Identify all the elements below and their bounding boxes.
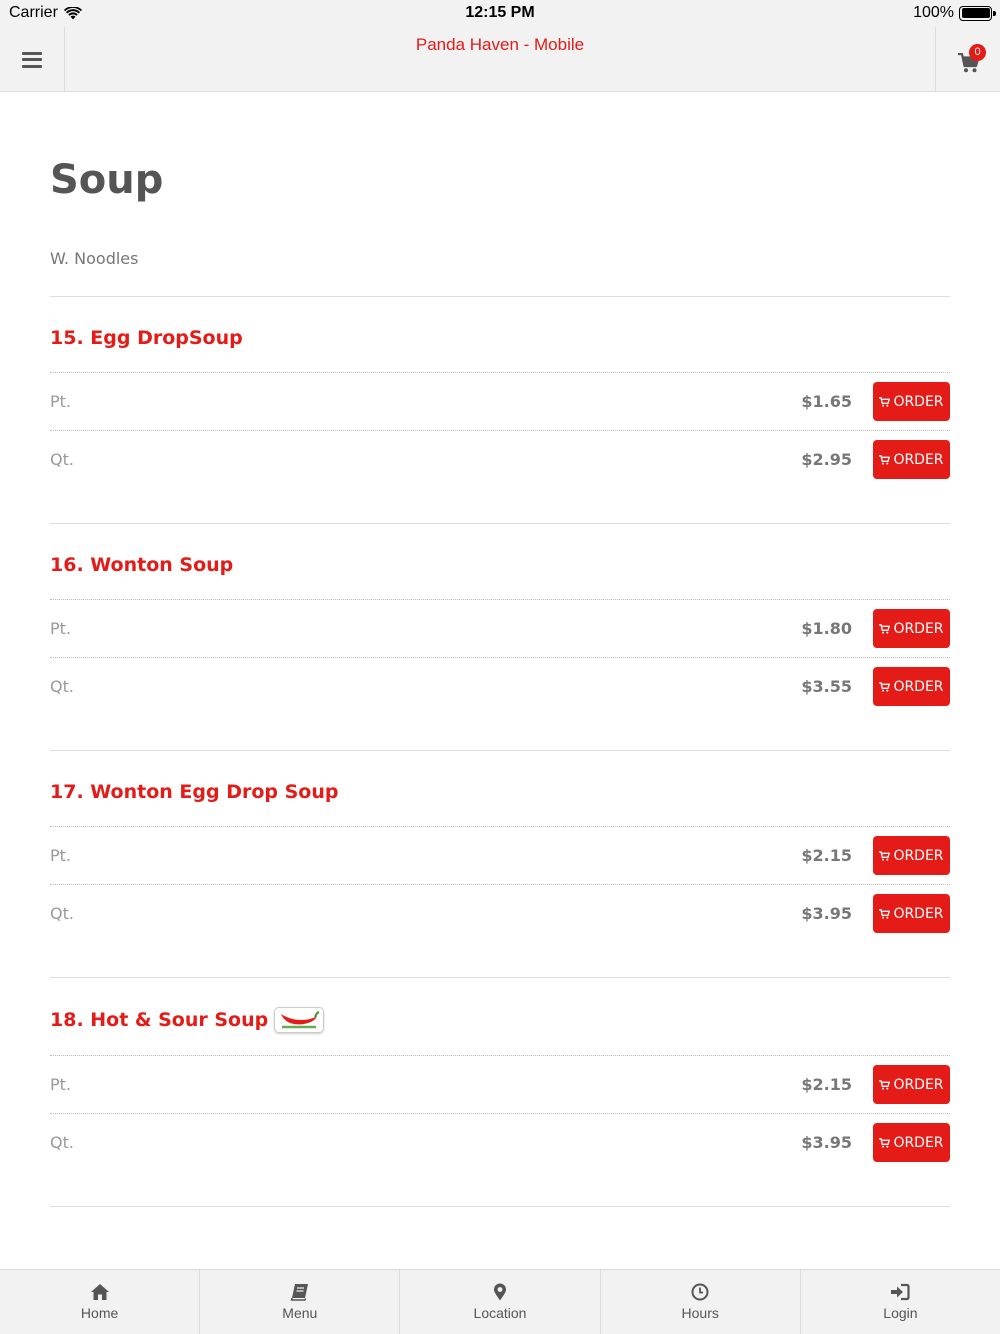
cart-icon <box>879 1137 891 1148</box>
price: $2.15 <box>801 846 852 865</box>
size-label: Pt. <box>50 846 72 865</box>
menu-content: Soup W. Noodles 15. Egg DropSoup Pt. $1.65… <box>50 92 950 1207</box>
order-button[interactable]: ORDER <box>873 894 950 933</box>
book-icon <box>290 1284 308 1301</box>
menu-item-name: 17. Wonton Egg Drop Soup <box>50 781 339 803</box>
price: $3.55 <box>801 677 852 696</box>
size-label: Qt. <box>50 904 74 923</box>
menu-item: 17. Wonton Egg Drop Soup Pt. $2.15 ORDER Qt.… <box>50 751 950 978</box>
tab-label-location: Location <box>473 1305 527 1321</box>
order-button[interactable]: ORDER <box>873 382 950 421</box>
tab-label-hours: Hours <box>681 1305 719 1321</box>
battery-icon <box>959 5 996 21</box>
price: $2.15 <box>801 1075 852 1094</box>
size-label: Qt. <box>50 677 74 696</box>
size-label: Pt. <box>50 1075 72 1094</box>
app-title: Panda Haven - Mobile <box>415 35 585 54</box>
cart-icon <box>879 454 891 465</box>
menu-item-title-row: 16. Wonton Soup <box>50 524 950 599</box>
app-header: Panda Haven - Mobile 0 <box>0 27 1000 92</box>
menu-item-name: 18. Hot & Sour Soup <box>50 1009 269 1031</box>
size-option-row: Qt. $3.55 ORDER <box>50 657 950 715</box>
menu-item-title-row: 17. Wonton Egg Drop Soup <box>50 751 950 826</box>
order-button[interactable]: ORDER <box>873 609 950 648</box>
bottom-tab-bar: Home Menu Location Hours Login <box>0 1269 1000 1334</box>
size-label: Pt. <box>50 619 72 638</box>
size-label: Qt. <box>50 450 74 469</box>
battery-status: 100% <box>913 4 996 22</box>
order-button-label: ORDER <box>893 905 944 922</box>
cart-icon <box>879 1079 891 1090</box>
order-button-label: ORDER <box>893 678 944 695</box>
size-option-row: Qt. $3.95 ORDER <box>50 884 950 942</box>
order-button[interactable]: ORDER <box>873 1065 950 1104</box>
size-option-row: Pt. $1.65 ORDER <box>50 372 950 430</box>
price: $2.95 <box>801 450 852 469</box>
sign-in-icon <box>891 1283 911 1301</box>
order-button[interactable]: ORDER <box>873 1123 950 1162</box>
order-button-label: ORDER <box>893 393 944 410</box>
size-option-row: Pt. $2.15 ORDER <box>50 826 950 884</box>
tab-location[interactable]: Location <box>400 1270 601 1334</box>
status-bar: Carrier 12:15 PM 100% <box>0 0 1000 27</box>
menu-item: 15. Egg DropSoup Pt. $1.65 ORDER Qt. $2.95 ORD… <box>50 297 950 524</box>
clock: 12:15 PM <box>465 4 535 21</box>
size-option-row: Pt. $2.15 ORDER <box>50 1055 950 1113</box>
tab-home[interactable]: Home <box>0 1270 201 1334</box>
cart-icon <box>879 681 891 692</box>
cart-icon <box>879 908 891 919</box>
menu-item-title-row: 15. Egg DropSoup <box>50 297 950 372</box>
cart-icon <box>879 850 891 861</box>
page-title: Soup <box>50 157 164 203</box>
tab-label-home: Home <box>80 1305 119 1321</box>
tab-login[interactable]: Login <box>801 1270 1000 1334</box>
order-button[interactable]: ORDER <box>873 440 950 479</box>
price: $1.65 <box>801 392 852 411</box>
tab-hours[interactable]: Hours <box>601 1270 801 1334</box>
menu-item-name: 15. Egg DropSoup <box>50 327 243 349</box>
spicy-badge <box>274 1007 325 1033</box>
menu-item: 18. Hot & Sour Soup Pt. $2.15 ORDER Qt. $3.95… <box>50 978 950 1207</box>
size-label: Qt. <box>50 1133 74 1152</box>
tab-label-login: Login <box>883 1305 918 1321</box>
size-option-row: Qt. $3.95 ORDER <box>50 1113 950 1171</box>
size-label: Pt. <box>50 392 72 411</box>
size-option-row: Pt. $1.80 ORDER <box>50 599 950 657</box>
price: $1.80 <box>801 619 852 638</box>
order-button-label: ORDER <box>893 1076 944 1093</box>
size-option-row: Qt. $2.95 ORDER <box>50 430 950 488</box>
cart-icon <box>879 396 891 407</box>
order-button-label: ORDER <box>893 1134 944 1151</box>
tab-menu[interactable]: Menu <box>200 1270 401 1334</box>
page-subtitle: W. Noodles <box>50 249 950 297</box>
order-button-label: ORDER <box>893 620 944 637</box>
hot-pepper-icon <box>281 1011 320 1029</box>
menu-item-title-row: 18. Hot & Sour Soup <box>50 978 950 1055</box>
clock-icon <box>691 1283 709 1301</box>
menu-item: 16. Wonton Soup Pt. $1.80 ORDER Qt. $3.55 ORDE… <box>50 524 950 751</box>
order-button-label: ORDER <box>893 451 944 468</box>
battery-percent: 100% <box>913 4 954 21</box>
home-icon <box>90 1284 109 1300</box>
menu-item-list: 15. Egg DropSoup Pt. $1.65 ORDER Qt. $2.95 ORD… <box>50 297 950 1207</box>
order-button[interactable]: ORDER <box>873 667 950 706</box>
price: $3.95 <box>801 1133 852 1152</box>
cart-count-badge: 0 <box>969 44 986 61</box>
map-pin-icon <box>494 1283 506 1301</box>
price: $3.95 <box>801 904 852 923</box>
cart-icon <box>879 623 891 634</box>
tab-label-menu: Menu <box>282 1305 318 1321</box>
order-button-label: ORDER <box>893 847 944 864</box>
menu-item-name: 16. Wonton Soup <box>50 554 234 576</box>
order-button[interactable]: ORDER <box>873 836 950 875</box>
cart-button[interactable]: 0 <box>935 27 1000 92</box>
